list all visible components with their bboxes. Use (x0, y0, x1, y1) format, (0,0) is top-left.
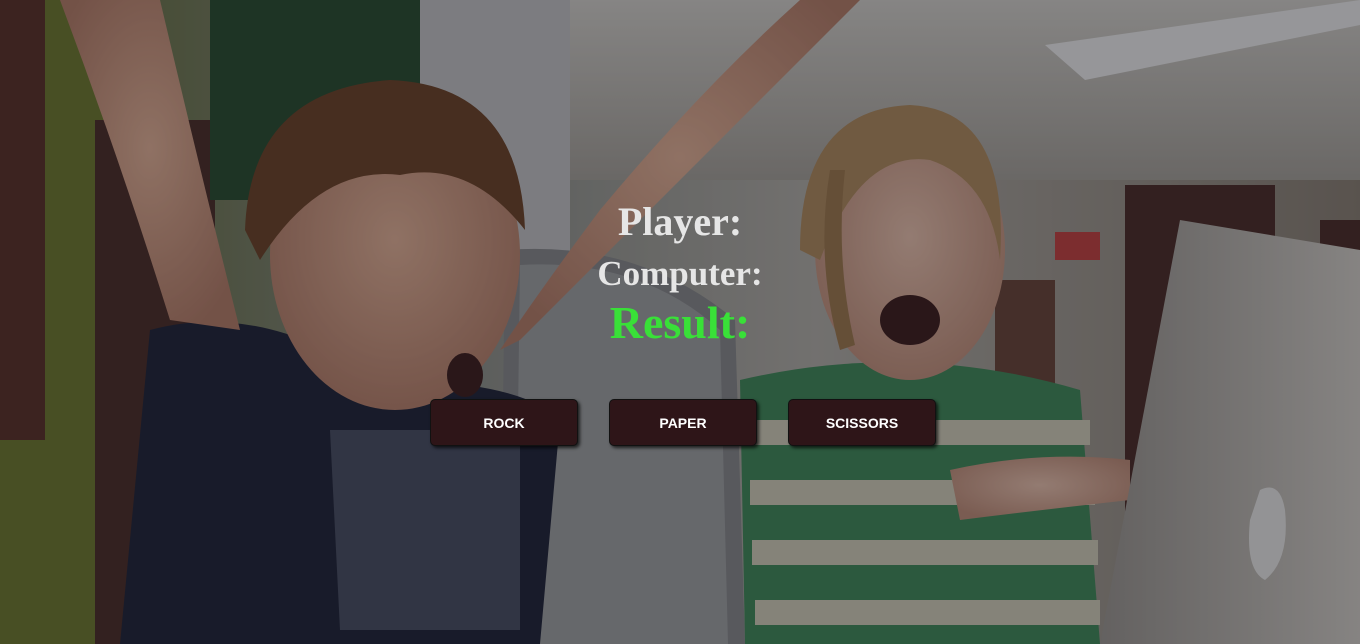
computer-label: Computer: (597, 254, 763, 293)
game-panel: Player: Computer: Result: ROCK PAPER SCI… (0, 0, 1360, 644)
scissors-button[interactable]: SCISSORS (788, 399, 936, 446)
result-label: Result: (609, 297, 751, 348)
rock-button[interactable]: ROCK (430, 399, 578, 446)
paper-button[interactable]: PAPER (609, 399, 757, 446)
player-label: Player: (617, 199, 743, 244)
